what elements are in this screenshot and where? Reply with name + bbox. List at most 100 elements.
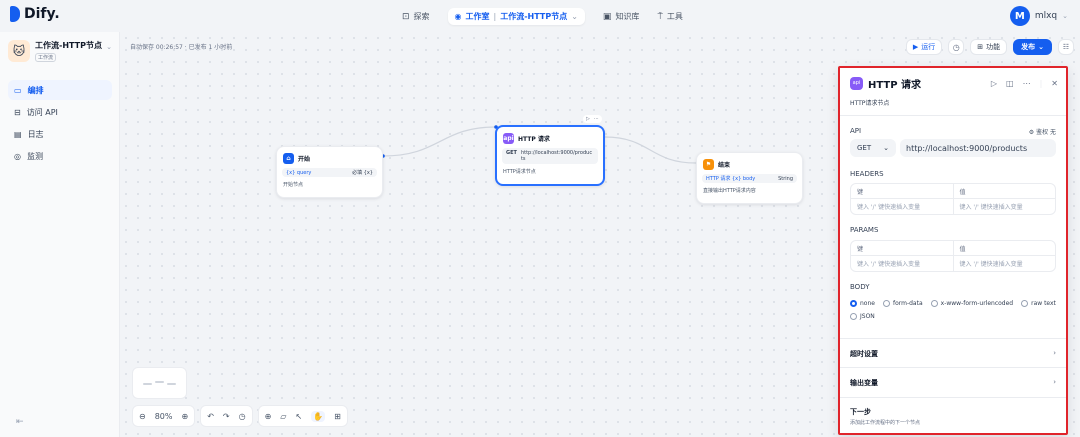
play-icon[interactable]: ▷ <box>991 79 997 88</box>
chevron-down-icon[interactable]: ⌄ <box>571 12 578 21</box>
flag-icon: ⚑ <box>703 159 714 170</box>
divider <box>840 115 1066 116</box>
layout-icon[interactable]: ⊞ <box>334 412 341 421</box>
var-type: 必填 {x} <box>352 170 373 176</box>
node-start[interactable]: ⌂ 开始 {x} query 必填 {x} 开始节点 <box>276 146 383 198</box>
sidebar-item-monitor[interactable]: ◎ 监测 <box>8 146 112 166</box>
nav-explore-label: 探索 <box>413 12 430 21</box>
radio-none[interactable]: none <box>850 300 875 307</box>
nav-current-app[interactable]: 工作流-HTTP节点 <box>500 11 567 22</box>
radio-dot <box>882 300 890 307</box>
compass-icon: ⊡ <box>402 11 410 22</box>
output-label: 输出变量 <box>850 379 878 387</box>
zoom-level[interactable]: 80% <box>155 412 173 421</box>
sidebar-item-orchestrate[interactable]: ▭ 编排 <box>8 80 112 100</box>
app-name: 工作流-HTTP节点 <box>35 41 102 50</box>
param-key-input[interactable]: 键入 '/' 键快速插入变量 <box>851 256 954 271</box>
nav-studio-label: 工作室 <box>465 12 490 21</box>
add-node-icon[interactable]: ⊕ <box>265 412 272 421</box>
params-table: 键 值 键入 '/' 键快速插入变量 键入 '/' 键快速插入变量 <box>850 240 1056 272</box>
node-header: ⌂ 开始 <box>277 147 382 166</box>
history-icon[interactable]: ◷ <box>239 412 246 421</box>
nav-knowledge[interactable]: ▣ 知识库 <box>603 11 640 22</box>
auth-button[interactable]: ⚙ 鉴权 无 <box>1029 127 1056 136</box>
sidebar-item-label: 访问 API <box>26 107 58 117</box>
method-value: GET <box>857 144 872 152</box>
radio-json[interactable]: JSON <box>850 313 875 320</box>
nav-studio[interactable]: ◉ 工作室 | 工作流-HTTP节点 ⌄ <box>447 8 585 25</box>
sidebar-item-api[interactable]: ⊟ 访问 API <box>8 102 112 122</box>
radio-label: x-www-form-urlencoded <box>940 300 1014 307</box>
auth-label: 鉴权 无 <box>1036 129 1056 136</box>
radio-urlencoded[interactable]: x-www-form-urlencoded <box>930 300 1014 307</box>
more-icon[interactable]: ⋯ <box>1023 79 1031 88</box>
method-select[interactable]: GET ⌄ <box>850 139 896 157</box>
zoom-out-icon[interactable]: ⊖ <box>139 412 146 421</box>
play-icon[interactable]: ▷ <box>586 116 590 122</box>
radio-dot <box>1021 300 1029 307</box>
panel-title[interactable]: HTTP 请求 <box>868 76 986 91</box>
nav-explore[interactable]: ⊡ 探索 <box>402 11 430 22</box>
nav-tools-label: 工具 <box>666 12 683 21</box>
app-header[interactable]: 🐱 工作流-HTTP节点 工作流 ⌄ <box>8 40 114 66</box>
output-vars-section[interactable]: 输出变量 › <box>850 378 1056 388</box>
divider <box>840 338 1066 339</box>
node-header: api HTTP 请求 <box>497 127 603 146</box>
user-menu[interactable]: M mlxq ⌄ <box>1009 6 1068 26</box>
next-step-desc: 添加此工作流程中的下一个节点 <box>850 420 921 426</box>
node-title: 开始 <box>298 156 311 163</box>
brand-name: Dify. <box>24 6 60 22</box>
edge-http-end <box>604 136 697 164</box>
panel-desc[interactable]: HTTP请求节点 <box>850 98 889 107</box>
minimap[interactable] <box>132 367 187 399</box>
node-http[interactable]: api HTTP 请求 GET http://localhost:9000/pr… <box>495 125 605 186</box>
divider: | <box>1039 78 1043 88</box>
params-label: PARAMS <box>850 226 879 234</box>
radio-label: none <box>860 300 875 307</box>
api-row: GET ⌄ http://localhost:9000/products <box>850 139 1056 157</box>
table-header: 键 值 <box>851 184 1055 199</box>
layout-icon: ▭ <box>14 85 22 95</box>
zoom-controls: ⊖ 80% ⊕ <box>132 405 196 427</box>
logo[interactable]: Dify. <box>10 6 60 22</box>
request-url: http://localhost:9000/products <box>520 150 593 162</box>
url-input[interactable]: http://localhost:9000/products <box>900 139 1056 157</box>
nav-separator: | <box>493 12 497 21</box>
node-variable: HTTP 请求 {x} body String <box>702 174 797 183</box>
nav-knowledge-label: 知识库 <box>615 12 640 21</box>
chevron-down-icon[interactable]: ⌄ <box>106 43 112 51</box>
sidebar-item-logs[interactable]: ▤ 日志 <box>8 124 112 144</box>
next-step-title: 下一步 <box>850 408 871 416</box>
sidebar-item-label: 监测 <box>26 151 43 161</box>
header-key-input[interactable]: 键入 '/' 键快速插入变量 <box>851 199 954 214</box>
radio-form-data[interactable]: form-data <box>882 300 923 307</box>
node-title: HTTP 请求 <box>518 136 550 143</box>
param-value-input[interactable]: 键入 '/' 键快速插入变量 <box>954 256 1056 271</box>
header-value-input[interactable]: 键入 '/' 键快速插入变量 <box>954 199 1056 214</box>
pointer-icon[interactable]: ↖ <box>295 412 302 421</box>
node-title: 结束 <box>718 162 731 169</box>
collapse-sidebar-icon[interactable]: ⇤ <box>16 417 24 427</box>
redo-icon[interactable]: ↷ <box>223 412 230 421</box>
timeout-section[interactable]: 超时设置 › <box>850 349 1056 359</box>
nav-tools[interactable]: ⍑ 工具 <box>657 11 682 22</box>
sidebar-item-label: 编排 <box>27 85 44 95</box>
var-name: {x} query <box>286 169 312 176</box>
radio-dot <box>850 313 857 320</box>
body-label: BODY <box>850 283 870 291</box>
close-icon[interactable]: ✕ <box>1051 79 1058 88</box>
avatar[interactable]: M <box>1009 6 1030 26</box>
main-nav: ⊡ 探索 ◉ 工作室 | 工作流-HTTP节点 ⌄ ▣ 知识库 ⍑ 工具 <box>402 8 683 25</box>
node-end[interactable]: ⚑ 结束 HTTP 请求 {x} body String 直接输出HTTP请求内… <box>696 152 803 204</box>
zoom-in-icon[interactable]: ⊕ <box>181 412 188 421</box>
var-name: HTTP 请求 {x} body <box>706 176 756 182</box>
var-type: String <box>778 175 793 182</box>
tool-controls: ⊕ ▱ ↖ ✋ ⊞ <box>257 405 348 427</box>
radio-raw-text[interactable]: raw text <box>1021 300 1056 307</box>
note-icon[interactable]: ▱ <box>280 412 286 421</box>
chevron-right-icon: › <box>1053 378 1056 386</box>
docs-icon[interactable]: ◫ <box>1006 79 1014 88</box>
undo-icon[interactable]: ↶ <box>207 412 214 421</box>
hand-icon[interactable]: ✋ <box>311 410 326 422</box>
more-icon[interactable]: ⋯ <box>594 116 599 122</box>
